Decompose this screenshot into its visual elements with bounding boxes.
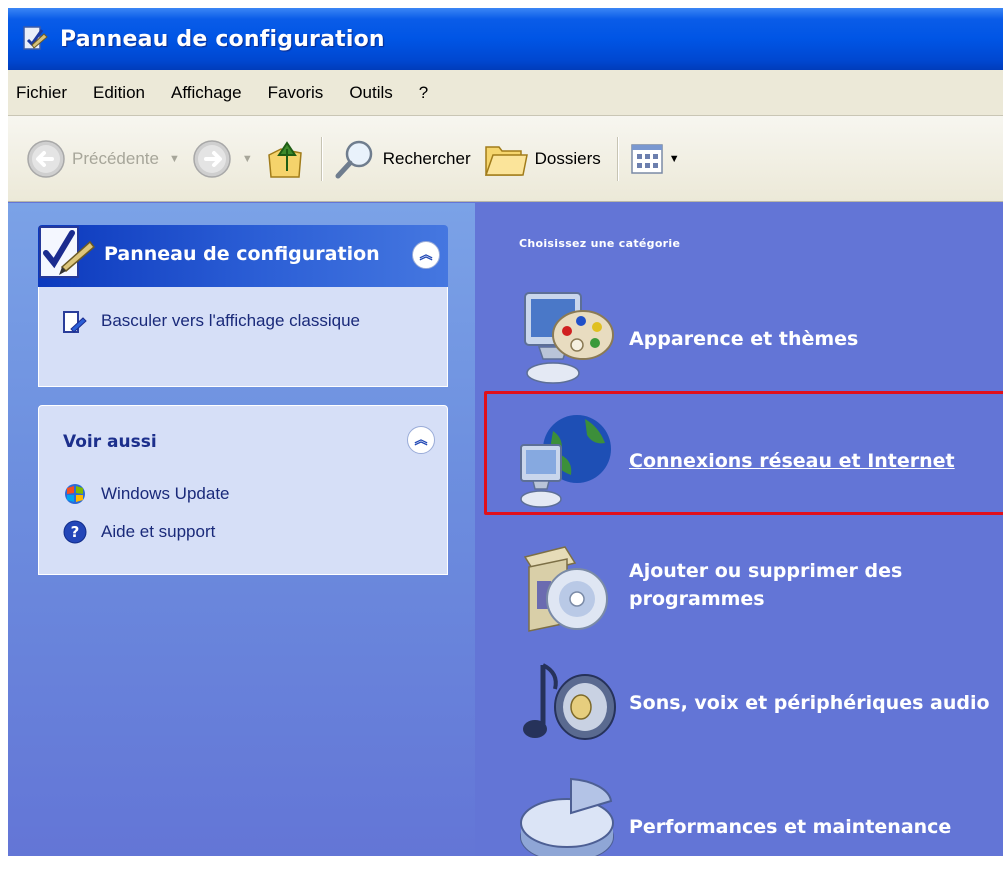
task-pane: Panneau de configuration ︽ Basculer vers…	[8, 203, 475, 856]
forward-dropdown-icon[interactable]: ▼	[242, 153, 253, 165]
category-network-internet[interactable]: Connexions réseau et Internet	[515, 409, 955, 513]
search-button[interactable]: Rechercher	[333, 137, 471, 181]
switch-classic-view-link[interactable]: Basculer vers l'affichage classique	[61, 309, 361, 337]
help-support-label: Aide et support	[101, 522, 216, 541]
back-button[interactable]: Précédente ▼	[26, 139, 180, 179]
category-appearance-themes[interactable]: Apparence et thèmes	[515, 287, 858, 391]
up-folder-button[interactable]	[265, 137, 305, 181]
category-label: Sons, voix et périphériques audio	[629, 692, 990, 714]
windows-update-link[interactable]: Windows Update	[63, 482, 230, 506]
control-panel-icon	[23, 26, 48, 50]
menu-edition[interactable]: Edition	[93, 83, 145, 103]
network-globe-icon	[520, 415, 611, 508]
menu-help[interactable]: ?	[419, 83, 428, 103]
windows-update-icon	[65, 484, 85, 504]
menu-fichier[interactable]: Fichier	[16, 83, 67, 103]
see-also-task-box: Voir aussi ︽ Windows Update ? Aide et su…	[38, 405, 448, 575]
appearance-palette-icon	[524, 292, 614, 384]
folders-icon	[484, 145, 528, 176]
category-add-remove-programs[interactable]: Ajouter ou supprimer des programmes	[515, 533, 929, 637]
title-bar[interactable]: Panneau de configuration	[8, 8, 1003, 70]
collapse-up-icon[interactable]: ︽	[412, 241, 440, 269]
views-icon	[630, 143, 663, 174]
programs-box-cd-icon	[523, 546, 608, 632]
see-also-body: Voir aussi ︽ Windows Update ? Aide et su…	[38, 405, 448, 575]
menu-affichage[interactable]: Affichage	[171, 83, 242, 103]
category-sounds-audio[interactable]: Sons, voix et périphériques audio	[515, 651, 990, 755]
svg-text:?: ?	[71, 523, 80, 541]
views-dropdown-icon[interactable]: ▼	[669, 153, 680, 165]
task-box-header: Panneau de configuration ︽	[38, 225, 448, 287]
toolbar-separator	[616, 136, 619, 181]
forward-arrow-icon	[193, 139, 231, 178]
switch-view-label: Basculer vers l'affichage classique	[101, 311, 361, 330]
back-arrow-icon	[27, 139, 65, 178]
window-title: Panneau de configuration	[60, 26, 385, 52]
views-button[interactable]: ▼	[629, 141, 680, 177]
back-dropdown-icon[interactable]: ▼	[169, 153, 180, 165]
control-panel-window: Panneau de configuration Fichier Edition…	[8, 8, 1003, 856]
help-support-link[interactable]: ? Aide et support	[63, 520, 215, 544]
category-label: Performances et maintenance	[629, 816, 952, 838]
forward-button[interactable]: ▼	[192, 139, 253, 179]
menu-outils[interactable]: Outils	[349, 83, 392, 103]
collapse-up-icon[interactable]: ︽	[407, 426, 435, 454]
category-performance-maintenance[interactable]: Performances et maintenance	[515, 775, 951, 856]
help-icon: ?	[63, 520, 87, 544]
up-folder-icon	[267, 140, 302, 178]
toolbar: Précédente ▼ ▼ Rechercher Dossiers ▼	[8, 116, 1003, 202]
control-panel-checkmark-icon	[39, 226, 96, 278]
audio-speaker-icon	[523, 663, 616, 740]
control-panel-task-box: Panneau de configuration ︽ Basculer vers…	[38, 225, 448, 387]
folders-label: Dossiers	[534, 148, 601, 168]
category-label: Ajouter ou supprimer des programmes	[629, 560, 903, 610]
category-label: Connexions réseau et Internet	[629, 450, 955, 472]
menu-bar: Fichier Edition Affichage Favoris Outils…	[8, 70, 1003, 116]
category-pane: Choisissez une catégorie Apparence et th…	[475, 203, 1003, 856]
folders-button[interactable]: Dossiers	[483, 139, 601, 179]
search-icon	[335, 140, 372, 178]
search-label: Rechercher	[382, 148, 471, 168]
menu-favoris[interactable]: Favoris	[268, 83, 324, 103]
back-label: Précédente	[72, 148, 159, 168]
switch-view-icon	[63, 311, 87, 333]
see-also-title: Voir aussi	[63, 432, 157, 452]
pick-category-label: Choisissez une catégorie	[519, 237, 681, 250]
toolbar-separator	[320, 136, 323, 181]
performance-pie-icon	[520, 777, 614, 856]
task-box-title: Panneau de configuration	[104, 243, 380, 265]
category-label: Apparence et thèmes	[629, 328, 859, 350]
windows-update-label: Windows Update	[101, 484, 230, 503]
task-box-body: Basculer vers l'affichage classique	[38, 287, 448, 387]
